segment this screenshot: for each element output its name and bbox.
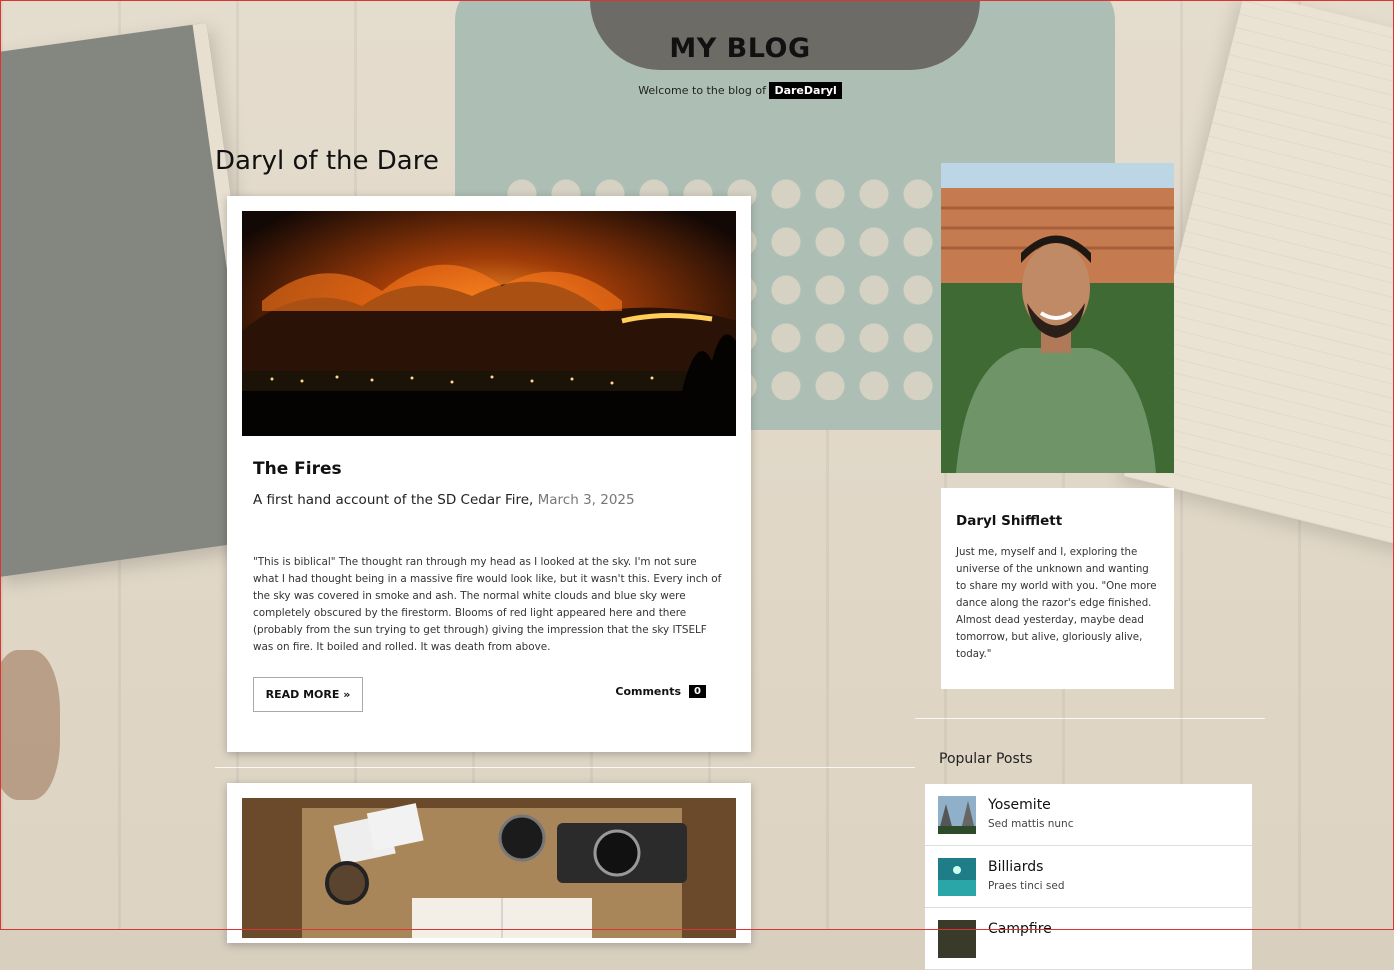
author-photo — [941, 163, 1174, 473]
popular-post-thumbnail[interactable] — [938, 858, 976, 896]
popular-post-title[interactable]: Yosemite — [988, 797, 1051, 813]
comments-link[interactable]: Comments 0 — [615, 685, 706, 698]
post-card — [227, 783, 751, 943]
wildfire-night-image — [242, 211, 736, 436]
post-excerpt: "This is biblical" The thought ran throu… — [253, 556, 722, 653]
popular-posts-list: Yosemite Sed mattis nunc Billiards Praes… — [925, 784, 1252, 970]
site-title[interactable]: MY BLOG — [0, 33, 1394, 64]
popular-post-thumbnail[interactable] — [938, 920, 976, 958]
author-handle-badge[interactable]: DareDaryl — [769, 82, 842, 99]
popular-posts-widget: Popular Posts Yosemite Sed mattis nunc B… — [925, 735, 1252, 970]
author-name: Daryl Shifflett — [956, 513, 1063, 529]
popular-post-item[interactable]: Billiards Praes tinci sed — [925, 846, 1252, 908]
author-bio: Just me, myself and I, exploring the uni… — [956, 547, 1157, 660]
post-date: March 3, 2025 — [537, 492, 635, 508]
popular-post-title[interactable]: Billiards — [988, 859, 1043, 875]
popular-post-title[interactable]: Campfire — [988, 921, 1052, 937]
post-subtitle-text: A first hand account of the SD Cedar Fir… — [253, 492, 534, 508]
post-featured-image[interactable] — [242, 798, 736, 938]
page-heading: Daryl of the Dare — [215, 146, 439, 176]
post-subtitle: A first hand account of the SD Cedar Fir… — [253, 492, 635, 508]
popular-post-item[interactable]: Yosemite Sed mattis nunc — [925, 784, 1252, 846]
post-card: The Fires A first hand account of the SD… — [227, 196, 751, 752]
tagline-text: Welcome to the blog of — [638, 84, 766, 97]
popular-post-subtitle: Praes tinci sed — [988, 880, 1065, 892]
popular-post-subtitle: Sed mattis nunc — [988, 818, 1074, 830]
popular-post-item[interactable]: Campfire — [925, 908, 1252, 970]
post-title[interactable]: The Fires — [253, 459, 342, 479]
comments-count-badge: 0 — [689, 685, 706, 698]
post-featured-image[interactable] — [242, 211, 736, 436]
author-profile-card: Daryl Shifflett Just me, myself and I, e… — [941, 488, 1174, 689]
section-divider — [215, 767, 915, 768]
author-portrait-image — [941, 163, 1174, 473]
comments-label[interactable]: Comments — [615, 685, 681, 698]
read-more-button[interactable]: READ MORE » — [253, 677, 363, 712]
sidebar-divider — [915, 718, 1265, 719]
popular-post-thumbnail[interactable] — [938, 796, 976, 834]
site-tagline: Welcome to the blog of DareDaryl — [0, 82, 1394, 99]
camera-map-image — [242, 798, 736, 938]
popular-posts-heading: Popular Posts — [939, 751, 1033, 767]
